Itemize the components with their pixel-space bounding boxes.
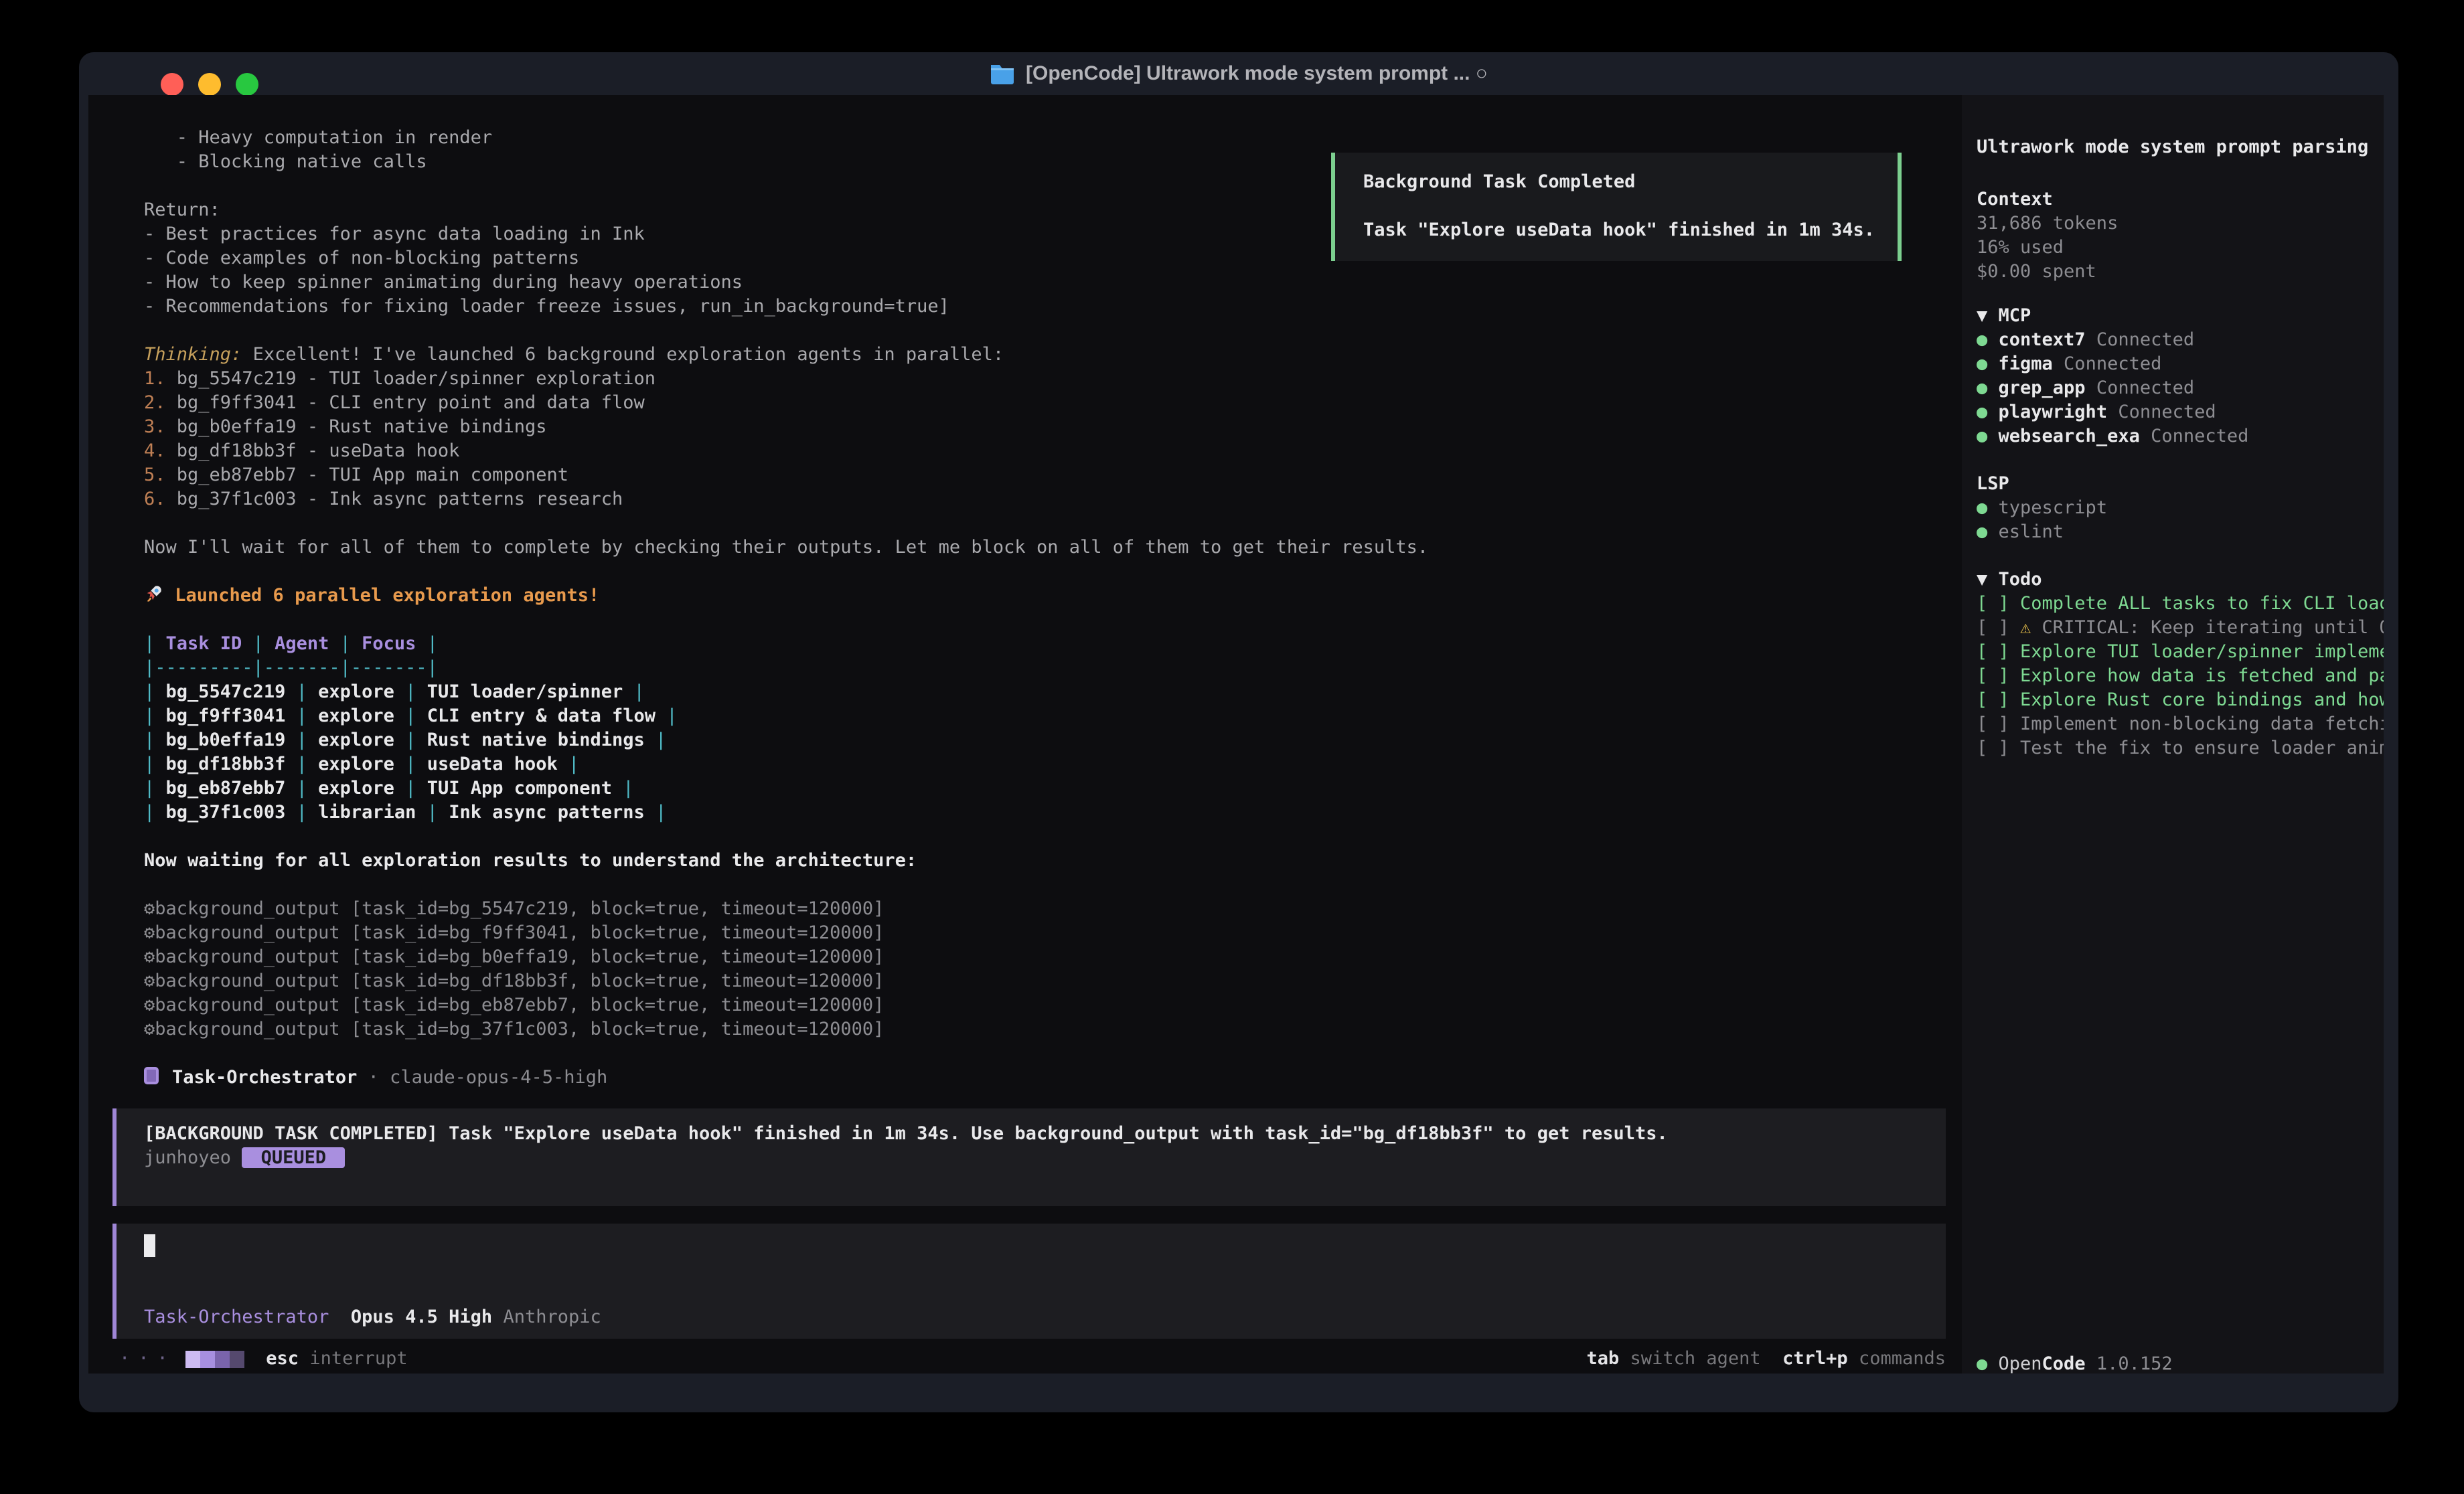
terminal-line: |---------|-------|-------| — [144, 656, 1918, 680]
titlebar: [OpenCode] Ultrawork mode system prompt … — [79, 52, 2398, 95]
terminal-line: ⚙background_output [task_id=bg_37f1c003,… — [144, 1017, 1918, 1042]
folder-icon — [990, 63, 1015, 84]
todo-item: [ ] Implement non-blocking data fetching… — [1977, 712, 2384, 736]
mcp-header[interactable]: ▼ MCP — [1977, 304, 2384, 328]
terminal-line — [144, 560, 1918, 584]
terminal-line: 3. bg_b0effa19 - Rust native bindings — [144, 415, 1918, 439]
window-title-wrap: [OpenCode] Ultrawork mode system prompt … — [79, 52, 2398, 95]
terminal-window: [OpenCode] Ultrawork mode system prompt … — [79, 52, 2398, 1412]
terminal-line: | bg_37f1c003 | librarian | Ink async pa… — [144, 801, 1918, 825]
terminal-line — [144, 608, 1918, 632]
terminal-line: ⚙background_output [task_id=bg_df18bb3f,… — [144, 969, 1918, 993]
terminal-line — [144, 319, 1918, 343]
todo-item: [ ] Explore TUI loader/spinner implement… — [1977, 640, 2384, 664]
context-section: Context 31,686 tokens16% used$0.00 spent — [1977, 187, 2384, 284]
terminal-line — [144, 511, 1918, 535]
todo-list: [ ] Complete ALL tasks to fix CLI loader… — [1977, 592, 2384, 760]
list-item: ● typescript — [1977, 496, 2384, 520]
mcp-list: ● context7 Connected● figma Connected● g… — [1977, 328, 2384, 448]
agent-selector[interactable]: Task-Orchestrator Opus 4.5 High Anthropi… — [144, 1305, 601, 1329]
todo-header[interactable]: ▼ Todo — [1977, 568, 2384, 592]
terminal-line: 5. bg_eb87ebb7 - TUI App main component — [144, 463, 1918, 487]
context-stats: 31,686 tokens16% used$0.00 spent — [1977, 212, 2384, 284]
context-header: Context — [1977, 187, 2384, 212]
lsp-header: LSP — [1977, 472, 2384, 496]
terminal-line: ⚙background_output [task_id=bg_eb87ebb7,… — [144, 993, 1918, 1017]
terminal-line: Now waiting for all exploration results … — [144, 849, 1918, 873]
status-bar: ··· esc interrupt tab switch agent ctrl+… — [119, 1345, 1946, 1372]
terminal-line: | bg_5547c219 | explore | TUI loader/spi… — [144, 680, 1918, 704]
list-item: ● playwright Connected — [1977, 400, 2384, 424]
terminal-line: ⚙background_output [task_id=bg_f9ff3041,… — [144, 921, 1918, 945]
terminal-line: | bg_eb87ebb7 | explore | TUI App compon… — [144, 776, 1918, 801]
terminal-line: 1. bg_5547c219 - TUI loader/spinner expl… — [144, 367, 1918, 391]
keybind-hints: tab switch agent ctrl+p commands — [1587, 1345, 1946, 1372]
list-item: ● grep_app Connected — [1977, 376, 2384, 400]
terminal-line: 4. bg_df18bb3f - useData hook — [144, 439, 1918, 463]
window-title: [OpenCode] Ultrawork mode system prompt … — [1026, 62, 1488, 85]
list-item: ● context7 Connected — [1977, 328, 2384, 352]
app-version: ● OpenCode 1.0.152 — [1977, 1352, 2384, 1374]
terminal-line: ⚙background_output [task_id=bg_b0effa19,… — [144, 945, 1918, 969]
spinner-segment — [185, 1351, 200, 1368]
terminal-line: | Task ID | Agent | Focus | — [144, 632, 1918, 656]
mcp-section: ▼ MCP ● context7 Connected● figma Connec… — [1977, 304, 2384, 448]
terminal-line: - Heavy computation in render — [144, 126, 1918, 150]
todo-item: [ ] Test the fix to ensure loader animat… — [1977, 736, 2384, 760]
terminal-line: | bg_df18bb3f | explore | useData hook | — [144, 752, 1918, 776]
terminal-line: - Recommendations for fixing loader free… — [144, 295, 1918, 319]
list-item: ● eslint — [1977, 520, 2384, 544]
terminal-line: 6. bg_37f1c003 - Ink async patterns rese… — [144, 487, 1918, 511]
todo-section: ▼ Todo [ ] Complete ALL tasks to fix CLI… — [1977, 568, 2384, 760]
terminal-line: Now I'll wait for all of them to complet… — [144, 535, 1918, 560]
agent-square-icon — [144, 1067, 159, 1084]
spinner-segment — [200, 1351, 215, 1368]
message-line: [BACKGROUND TASK COMPLETED] Task "Explor… — [144, 1122, 1946, 1146]
terminal-line: Thinking: Excellent! I've launched 6 bac… — [144, 343, 1918, 367]
sidebar-title: Ultrawork mode system prompt parsing — [1977, 135, 2384, 159]
terminal-line — [144, 1042, 1918, 1066]
todo-item: [ ] Explore how data is fetched and pass… — [1977, 664, 2384, 688]
terminal-line: Launched 6 parallel exploration agents! — [144, 584, 1918, 608]
todo-item: [ ] Complete ALL tasks to fix CLI loader… — [1977, 592, 2384, 616]
terminal-line: | bg_b0effa19 | explore | Rust native bi… — [144, 728, 1918, 752]
spinner-segment — [215, 1351, 230, 1368]
chat-transcript: - Heavy computation in render - Blocking… — [144, 126, 1918, 1090]
message-meta: junhoyeo QUEUED — [144, 1146, 1946, 1170]
terminal-line — [144, 873, 1918, 897]
toast-body: Task "Explore useData hook" finished in … — [1363, 218, 1898, 242]
terminal-line: 2. bg_f9ff3041 - CLI entry point and dat… — [144, 391, 1918, 415]
lsp-section: LSP ● typescript● eslint — [1977, 472, 2384, 544]
stat-line: 16% used — [1977, 236, 2384, 260]
terminal-line: Task-Orchestrator · claude-opus-4-5-high — [144, 1066, 1918, 1090]
terminal-line: ⚙background_output [task_id=bg_5547c219,… — [144, 897, 1918, 921]
todo-item: [ ] ⚠ CRITICAL: Keep iterating until Ora… — [1977, 616, 2384, 640]
stat-line: 31,686 tokens — [1977, 212, 2384, 236]
prompt-input[interactable]: Task-Orchestrator Opus 4.5 High Anthropi… — [112, 1224, 1946, 1339]
spinner-segment — [230, 1351, 244, 1368]
background-task-message: [BACKGROUND TASK COMPLETED] Task "Explor… — [112, 1108, 1946, 1206]
stat-line: $0.00 spent — [1977, 260, 2384, 284]
screen: [OpenCode] Ultrawork mode system prompt … — [0, 0, 2464, 1494]
rocket-icon — [144, 585, 164, 606]
list-item: ● websearch_exa Connected — [1977, 424, 2384, 448]
list-item: ● figma Connected — [1977, 352, 2384, 376]
terminal-line: - How to keep spinner animating during h… — [144, 270, 1918, 295]
terminal-line — [144, 825, 1918, 849]
terminal-line: | bg_f9ff3041 | explore | CLI entry & da… — [144, 704, 1918, 728]
interrupt-hint: ··· esc interrupt — [119, 1345, 408, 1372]
text-cursor — [144, 1234, 155, 1257]
notification-toast: Background Task Completed Task "Explore … — [1331, 153, 1902, 261]
todo-item: [ ] Explore Rust core bindings and how t… — [1977, 688, 2384, 712]
lsp-list: ● typescript● eslint — [1977, 496, 2384, 544]
toast-title: Background Task Completed — [1363, 170, 1898, 194]
terminal-viewport[interactable]: - Heavy computation in render - Blocking… — [88, 95, 2384, 1374]
